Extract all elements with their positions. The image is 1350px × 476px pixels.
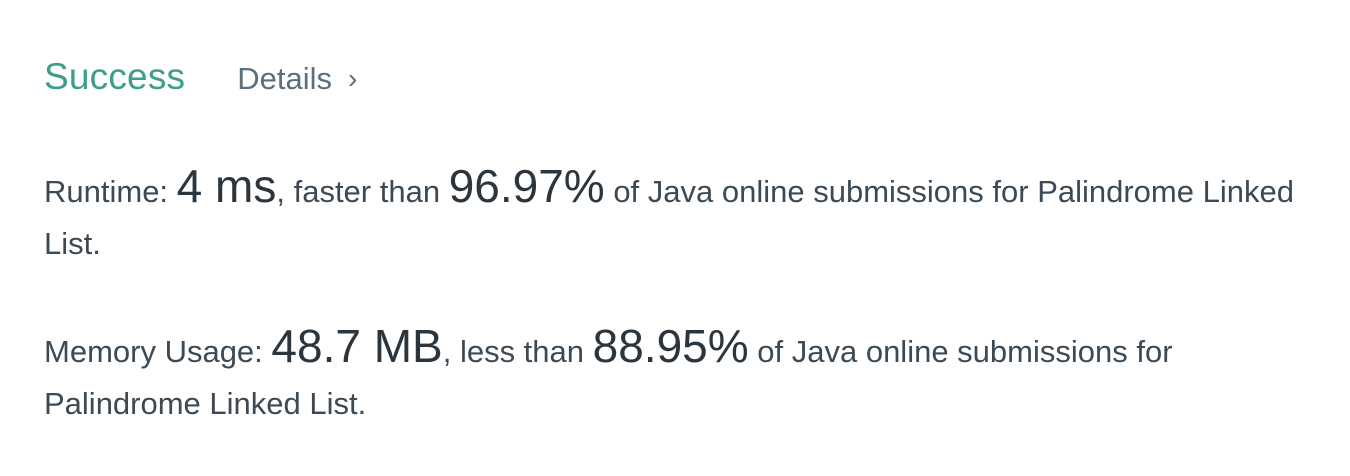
runtime-comparison: , faster than xyxy=(276,174,449,209)
details-link[interactable]: Details › xyxy=(237,61,357,97)
status-label: Success xyxy=(44,56,186,97)
memory-percentile: 88.95% xyxy=(592,320,749,372)
runtime-stat: Runtime: 4 ms, faster than 96.97% of Jav… xyxy=(44,160,1294,270)
runtime-value: 4 ms xyxy=(176,160,277,212)
runtime-percentile: 96.97% xyxy=(448,160,605,212)
memory-label: Memory Usage: xyxy=(44,334,272,369)
chevron-right-icon: › xyxy=(348,63,358,94)
runtime-label: Runtime: xyxy=(44,174,177,209)
memory-comparison: , less than xyxy=(442,334,593,369)
memory-value: 48.7 MB xyxy=(271,320,443,372)
details-label: Details xyxy=(237,61,332,96)
memory-stat: Memory Usage: 48.7 MB, less than 88.95% … xyxy=(44,320,1294,430)
result-header: Success Details › xyxy=(44,56,357,98)
